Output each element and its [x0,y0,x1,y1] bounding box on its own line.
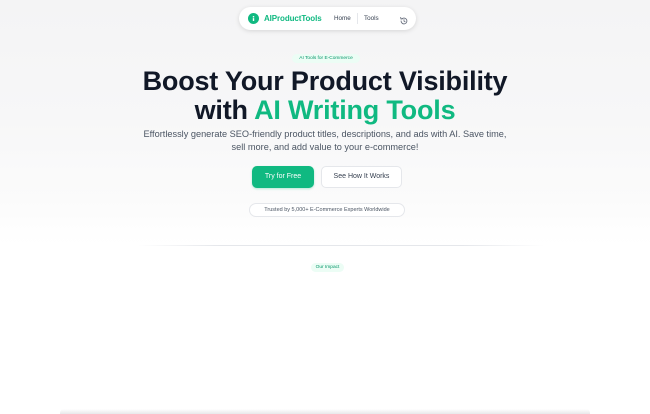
impact-badge: Our Impact [311,263,344,272]
logo-text[interactable]: AIProductTools [264,13,322,24]
nav-link-home[interactable]: Home [334,14,351,23]
nav-divider [357,13,358,24]
hero-headline: Boost Your Product Visibility with AI Wr… [0,67,650,125]
hero-badge: AI Tools for E-Commerce [292,54,360,63]
history-icon[interactable] [399,13,409,25]
nav-link-tools[interactable]: Tools [364,14,379,23]
bottom-card-edge [60,409,590,414]
headline-accent: AI Writing Tools [254,95,456,125]
headline-line-1: Boost Your Product Visibility [142,66,508,96]
headline-line-2-prefix: with [194,95,255,125]
see-how-it-works-button[interactable]: See How It Works [321,166,402,188]
logo-icon[interactable] [248,13,259,24]
top-navbar: AIProductTools Home Tools [239,7,416,30]
trust-badge: Trusted by 5,000+ E-Commerce Experts Wor… [249,203,405,217]
sparkle-icon [252,16,255,21]
try-for-free-button[interactable]: Try for Free [252,166,314,188]
section-divider [138,245,544,246]
hero-subtitle: Effortlessly generate SEO-friendly produ… [143,129,507,152]
